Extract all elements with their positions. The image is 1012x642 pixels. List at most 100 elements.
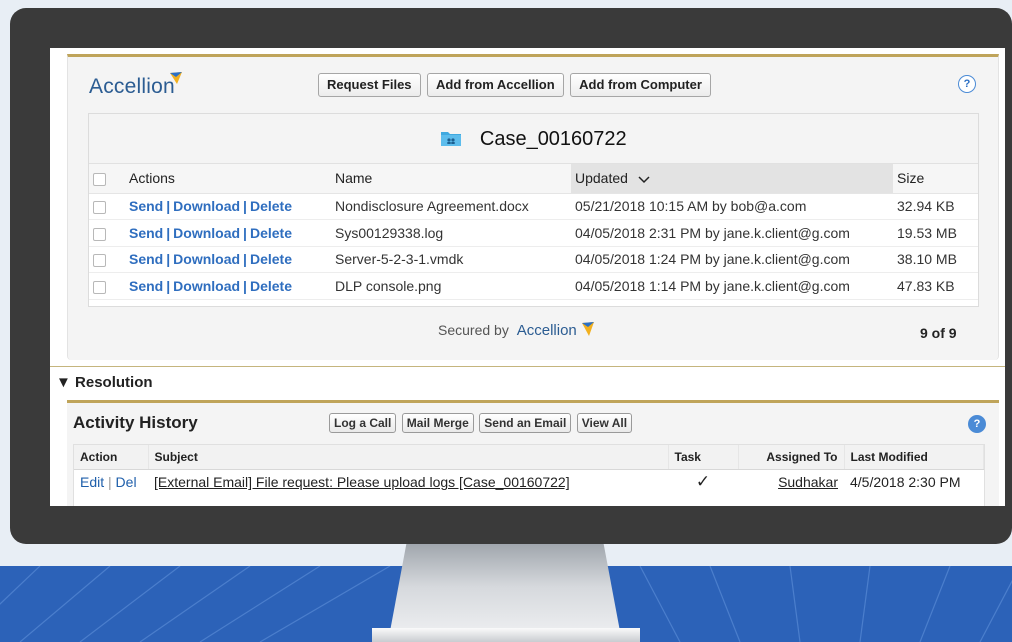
file-select-cell [89,193,125,220]
file-updated: 04/05/2018 2:31 PM by jane.k.client@g.co… [571,219,893,247]
file-name: Sys00129338.log [331,219,571,247]
file-list-box: Case_00160722 Actions Name Updated Size … [88,113,979,307]
add-from-accellion-button[interactable]: Add from Accellion [426,73,564,97]
assigned-to-link[interactable]: Sudhakar [778,474,838,490]
activity-subject-link[interactable]: [External Email] File request: Please up… [154,474,570,490]
activity-table: Action Subject Task Assigned To Last Mod… [74,445,984,495]
action-separator: | [166,198,171,215]
download-link[interactable]: Download [173,278,240,294]
file-select-cell [89,219,125,247]
file-select-cell [89,272,125,300]
download-link[interactable]: Download [173,225,240,241]
action-separator: | [166,251,171,268]
send-link[interactable]: Send [129,278,163,294]
send-link[interactable]: Send [129,198,163,214]
chevron-down-icon [638,176,650,183]
activity-table-wrap: Action Subject Task Assigned To Last Mod… [73,444,985,506]
delete-link[interactable]: Delete [250,251,292,267]
delete-link[interactable]: Delete [250,225,292,241]
activity-last-modified: 4/5/2018 2:30 PM [850,474,961,491]
mail-merge-button[interactable]: Mail Merge [401,413,474,433]
last-modified-column-header: Last Modified [844,445,984,470]
action-separator: | [108,474,112,491]
screen: Accellion Request Files Add from Accelli… [50,48,1005,506]
case-title-row: Case_00160722 [89,114,978,164]
file-size: 47.83 KB [893,272,978,300]
file-count: 9 of 9 [920,325,957,341]
file-actions-cell: Send | Download | Delete [125,193,331,220]
action-separator: | [243,251,247,268]
accellion-logo-mark-icon [170,72,182,84]
monitor-stand-base [372,628,640,642]
file-name: Server-5-2-3-1.vmdk [331,246,571,273]
help-icon[interactable]: ? [958,75,976,93]
secured-by-text: Secured by [438,322,509,338]
updated-column-label: Updated [575,170,628,187]
download-link[interactable]: Download [173,198,240,214]
send-an-email-button[interactable]: Send an Email [479,413,572,433]
section-divider [50,366,1005,367]
edit-link[interactable]: Edit [80,474,104,490]
select-all-checkbox[interactable] [93,173,106,187]
file-updated: 05/21/2018 10:15 AM by bob@a.com [571,193,893,220]
action-separator: | [243,277,247,294]
file-name: Nondisclosure Agreement.docx [331,193,571,220]
delete-link[interactable]: Delete [250,278,292,294]
delete-link[interactable]: Delete [250,198,292,214]
file-checkbox[interactable] [93,201,106,215]
log-a-call-button[interactable]: Log a Call [329,413,397,433]
actions-column-header: Actions [125,164,331,194]
activity-help-icon[interactable]: ? [968,415,986,433]
file-row: Send | Download | Delete Sys00129338.log 04/… [89,219,978,247]
file-actions-cell: Send | Download | Delete [125,246,331,273]
activity-header-row: Action Subject Task Assigned To Last Mod… [74,445,984,470]
activity-toolbar: Log a Call Mail Merge Send an Email View… [329,413,633,433]
shared-folder-icon [441,131,462,146]
assigned-to-column-header: Assigned To [738,445,845,470]
add-from-computer-button[interactable]: Add from Computer [570,73,711,97]
name-column-header[interactable]: Name [331,164,571,194]
file-size: 32.94 KB [893,193,978,220]
file-checkbox[interactable] [93,227,106,241]
activity-assigned-to: Sudhakar [738,469,844,495]
file-row: Send | Download | Delete DLP console.png 04/… [89,272,978,300]
file-row: Send | Download | Delete Nondisclosure Agree… [89,193,978,220]
send-link[interactable]: Send [129,251,163,267]
activity-subject: [External Email] File request: Please up… [148,469,668,495]
accellion-toolbar: Request Files Add from Accellion Add fro… [318,73,713,97]
file-select-cell [89,246,125,273]
download-link[interactable]: Download [173,251,240,267]
action-separator: | [166,224,171,241]
monitor-bezel: Accellion Request Files Add from Accelli… [10,8,1012,544]
action-column-header: Action [74,445,149,470]
secured-by-footer: Secured by Accellion [438,321,595,339]
size-column-header[interactable]: Size [893,164,978,194]
file-updated: 04/05/2018 1:24 PM by jane.k.client@g.co… [571,246,893,273]
resolution-label: Resolution [75,374,153,391]
action-separator: | [243,198,247,215]
activity-row: Edit | Del [External Email] File request… [74,469,984,495]
file-row: Send | Download | Delete Server-5-2-3-1.vmdk… [89,246,978,273]
accellion-logo: Accellion [89,72,182,99]
request-files-button[interactable]: Request Files [318,73,421,97]
activity-history-title: Activity History [73,413,198,432]
action-separator: | [243,224,247,241]
view-all-button[interactable]: View All [576,413,633,433]
subject-column-header: Subject [148,445,669,470]
activity-action-cell: Edit | Del [74,469,148,495]
activity-history-panel: Activity History Log a Call Mail Merge S… [67,400,999,506]
monitor-stand [388,542,622,642]
accellion-logo-mark-icon [581,322,594,336]
file-updated: 04/05/2018 1:14 PM by jane.k.client@g.co… [571,272,893,300]
updated-column-header[interactable]: Updated [571,164,893,194]
files-header-row: Actions Name Updated Size [89,164,978,194]
file-name: DLP console.png [331,272,571,300]
file-checkbox[interactable] [93,254,106,268]
delete-link[interactable]: Del [116,474,137,490]
send-link[interactable]: Send [129,225,163,241]
file-size: 19.53 MB [893,219,978,247]
file-checkbox[interactable] [93,280,106,294]
resolution-section-toggle[interactable]: ▼ Resolution [56,374,153,391]
case-title: Case_00160722 [479,128,627,150]
triangle-down-icon: ▼ [56,374,71,391]
